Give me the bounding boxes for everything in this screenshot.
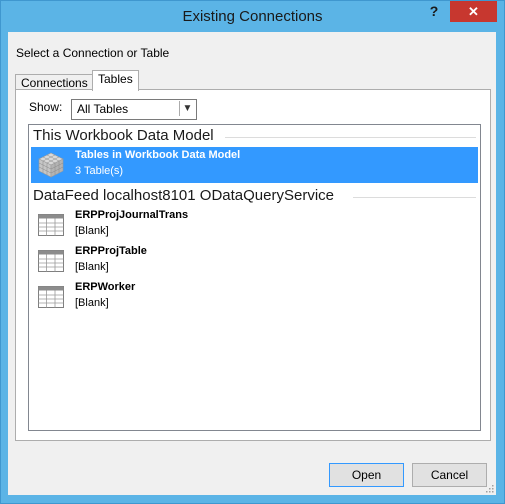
list-item-name: ERPProjJournalTrans bbox=[75, 209, 189, 221]
group-header-datafeed: DataFeed localhost8101 ODataQueryService bbox=[33, 187, 334, 204]
show-label: Show: bbox=[29, 100, 63, 114]
tab-connections-label: Connections bbox=[21, 76, 88, 90]
resize-grip-icon[interactable] bbox=[484, 483, 494, 493]
dialog-body: Select a Connection or Table Connections… bbox=[8, 32, 496, 495]
show-filter-select[interactable]: All Tables ▼ bbox=[71, 99, 197, 120]
data-model-cube-icon bbox=[38, 152, 64, 178]
table-icon bbox=[38, 250, 64, 272]
list-item-name: ERPProjTable bbox=[75, 245, 147, 257]
group-divider bbox=[353, 197, 476, 198]
list-item[interactable]: ERPProjTable [Blank] bbox=[31, 243, 478, 279]
list-item-detail: [Blank] bbox=[75, 261, 109, 273]
help-button[interactable]: ? bbox=[422, 1, 446, 22]
tab-tables-label: Tables bbox=[98, 72, 133, 86]
group-divider bbox=[225, 137, 476, 138]
cancel-button[interactable]: Cancel bbox=[412, 463, 487, 487]
tab-tables[interactable]: Tables bbox=[92, 70, 139, 91]
list-item[interactable]: ERPWorker [Blank] bbox=[31, 279, 478, 315]
list-item-name: Tables in Workbook Data Model bbox=[75, 149, 241, 161]
table-icon bbox=[38, 214, 64, 236]
close-button[interactable]: ✕ bbox=[450, 1, 497, 22]
table-icon bbox=[38, 286, 64, 308]
group-header-data-model: This Workbook Data Model bbox=[33, 127, 214, 144]
tables-panel: Show: All Tables ▼ This Workbook Data Mo… bbox=[15, 89, 491, 441]
list-item-detail: 3 Table(s) bbox=[75, 165, 124, 177]
list-item-detail: [Blank] bbox=[75, 297, 109, 309]
list-item[interactable]: ERPProjJournalTrans [Blank] bbox=[31, 207, 478, 243]
list-item[interactable]: Tables in Workbook Data Model 3 Table(s) bbox=[31, 147, 478, 183]
title-bar[interactable]: Existing Connections ? ✕ bbox=[1, 1, 504, 33]
chevron-down-icon[interactable]: ▼ bbox=[179, 101, 195, 116]
dialog-caption: Select a Connection or Table bbox=[16, 46, 170, 60]
dialog-window: Existing Connections ? ✕ Select a Connec… bbox=[0, 0, 505, 504]
open-button[interactable]: Open bbox=[329, 463, 404, 487]
list-item-name: ERPWorker bbox=[75, 281, 136, 293]
list-item-detail: [Blank] bbox=[75, 225, 109, 237]
connections-list[interactable]: This Workbook Data Model Tables in Workb… bbox=[28, 124, 481, 431]
show-filter-value: All Tables bbox=[77, 102, 129, 116]
